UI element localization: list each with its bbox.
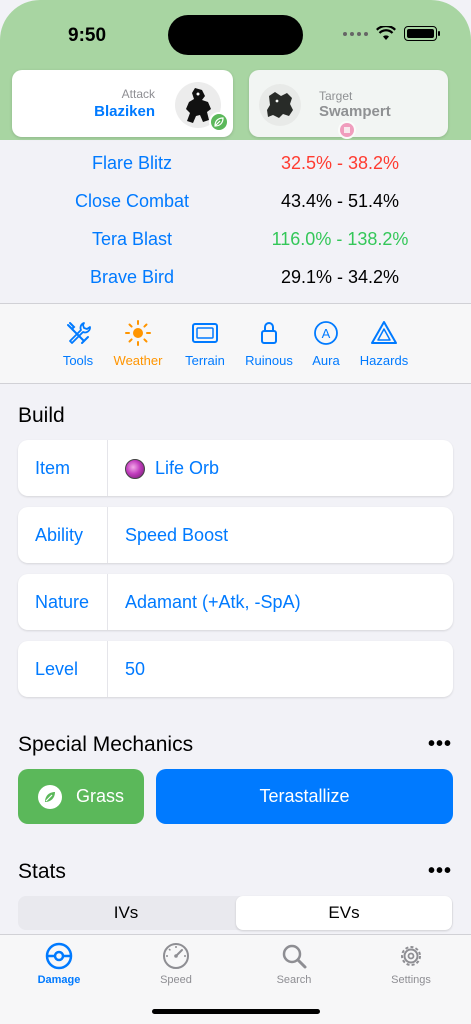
move-name[interactable]: Tera Blast — [0, 229, 264, 250]
svg-text:A: A — [322, 326, 331, 341]
status-icons — [343, 26, 440, 41]
field-tools-label: Tools — [62, 353, 94, 368]
target-role-label: Target — [319, 89, 353, 103]
terrain-icon — [192, 323, 218, 343]
build-section-title: Build — [18, 404, 65, 427]
move-damage: 32.5% - 38.2% — [280, 153, 400, 173]
status-time: 9:50 — [68, 25, 107, 46]
field-ruinous-button[interactable]: Ruinous — [242, 319, 296, 368]
leaf-icon — [209, 112, 229, 132]
status-bar: 9:50 — [0, 0, 471, 66]
lock-icon — [261, 322, 277, 344]
build-nature-row[interactable]: Nature Adamant (+Atk, -SpA) — [18, 574, 453, 630]
terastallize-button[interactable]: Terastallize — [156, 769, 453, 824]
move-row[interactable]: Close Combat 43.4% - 51.4% — [0, 183, 471, 221]
field-hazards-label: Hazards — [359, 353, 409, 368]
mechanics-more-button[interactable]: ••• — [428, 733, 452, 756]
build-ability-label: Ability — [35, 525, 84, 545]
wifi-icon — [376, 26, 396, 40]
build-level-label: Level — [35, 659, 79, 679]
build-ability-row[interactable]: Ability Speed Boost — [18, 507, 453, 563]
build-item-value[interactable]: Life Orb — [125, 458, 219, 479]
build-ability-value[interactable]: Speed Boost — [125, 525, 228, 546]
field-tools-button[interactable]: Tools — [56, 319, 100, 368]
move-row[interactable]: Brave Bird 29.1% - 34.2% — [0, 259, 471, 297]
target-sprite — [259, 84, 301, 126]
move-damage: 29.1% - 34.2% — [280, 267, 400, 287]
speedometer-icon — [163, 943, 189, 969]
build-level-value[interactable]: 50 — [125, 659, 145, 680]
divider — [107, 574, 108, 630]
target-card[interactable]: Target Swampert — [249, 70, 448, 139]
field-weather-button[interactable]: Weather — [110, 319, 166, 368]
move-row[interactable]: Flare Blitz 32.5% - 38.2% — [0, 145, 471, 183]
tab-settings[interactable]: Settings — [366, 941, 456, 986]
attacker-card[interactable]: Attack Blaziken — [12, 70, 233, 137]
divider — [107, 507, 108, 563]
tab-search-label: Search — [276, 974, 312, 986]
tab-search[interactable]: Search — [249, 941, 339, 986]
build-nature-label: Nature — [35, 592, 90, 612]
field-terrain-label: Terrain — [185, 353, 225, 368]
attacker-name: Blaziken — [94, 103, 155, 120]
life-orb-icon — [125, 458, 145, 479]
tera-icon — [338, 121, 356, 139]
field-conditions-bar: Tools Weather Terrain Ruinous A Aura Haz… — [0, 304, 471, 383]
swampert-silhouette-icon — [267, 92, 293, 118]
hazard-icon — [371, 321, 397, 344]
tab-settings-label: Settings — [391, 974, 431, 986]
move-damage: 116.0% - 138.2% — [271, 229, 409, 249]
move-damage: 43.4% - 51.4% — [280, 191, 400, 211]
build-nature-value[interactable]: Adamant (+Atk, -SpA) — [125, 592, 301, 613]
move-name[interactable]: Close Combat — [0, 191, 264, 212]
segment-ivs[interactable]: IVs — [18, 896, 234, 930]
stats-section-title: Stats — [18, 860, 66, 883]
target-name: Swampert — [319, 103, 391, 120]
build-item-row[interactable]: Item Life Orb — [18, 440, 453, 496]
move-name[interactable]: Brave Bird — [0, 267, 264, 288]
aura-icon: A — [314, 321, 338, 345]
tools-icon — [67, 322, 91, 344]
tab-damage-label: Damage — [37, 974, 81, 986]
field-ruinous-label: Ruinous — [245, 353, 293, 368]
field-weather-label: Weather — [113, 353, 163, 368]
tera-type-button[interactable]: Grass — [18, 769, 144, 824]
move-name[interactable]: Flare Blitz — [0, 153, 264, 174]
dynamic-island — [168, 15, 303, 55]
tab-damage[interactable]: Damage — [14, 941, 104, 986]
stats-more-button[interactable]: ••• — [428, 860, 452, 883]
field-aura-button[interactable]: A Aura — [306, 319, 346, 368]
search-icon — [282, 944, 307, 969]
build-item-label: Item — [35, 458, 71, 478]
tera-type-label: Grass — [75, 786, 124, 806]
home-indicator — [152, 1009, 320, 1014]
battery-icon — [404, 26, 440, 41]
sun-icon — [125, 320, 151, 346]
field-terrain-button[interactable]: Terrain — [180, 319, 230, 368]
divider — [107, 641, 108, 697]
move-row[interactable]: Tera Blast 116.0% - 138.2% — [0, 221, 471, 259]
build-item-value-text: Life Orb — [155, 458, 220, 478]
build-level-row[interactable]: Level 50 — [18, 641, 453, 697]
tab-speed[interactable]: Speed — [131, 941, 221, 986]
tab-speed-label: Speed — [160, 974, 192, 986]
divider — [0, 383, 471, 384]
stats-segmented-control: IVs EVs — [18, 896, 453, 930]
gear-icon — [401, 946, 421, 966]
mechanics-section-title: Special Mechanics — [18, 733, 194, 756]
divider — [107, 440, 108, 496]
pokeball-icon — [45, 942, 73, 970]
attacker-role-label: Attack — [121, 87, 155, 101]
leaf-icon — [37, 784, 62, 809]
field-aura-label: Aura — [312, 353, 340, 368]
field-hazards-button[interactable]: Hazards — [356, 319, 412, 368]
segment-evs[interactable]: EVs — [236, 896, 452, 930]
signal-icon — [343, 31, 368, 36]
